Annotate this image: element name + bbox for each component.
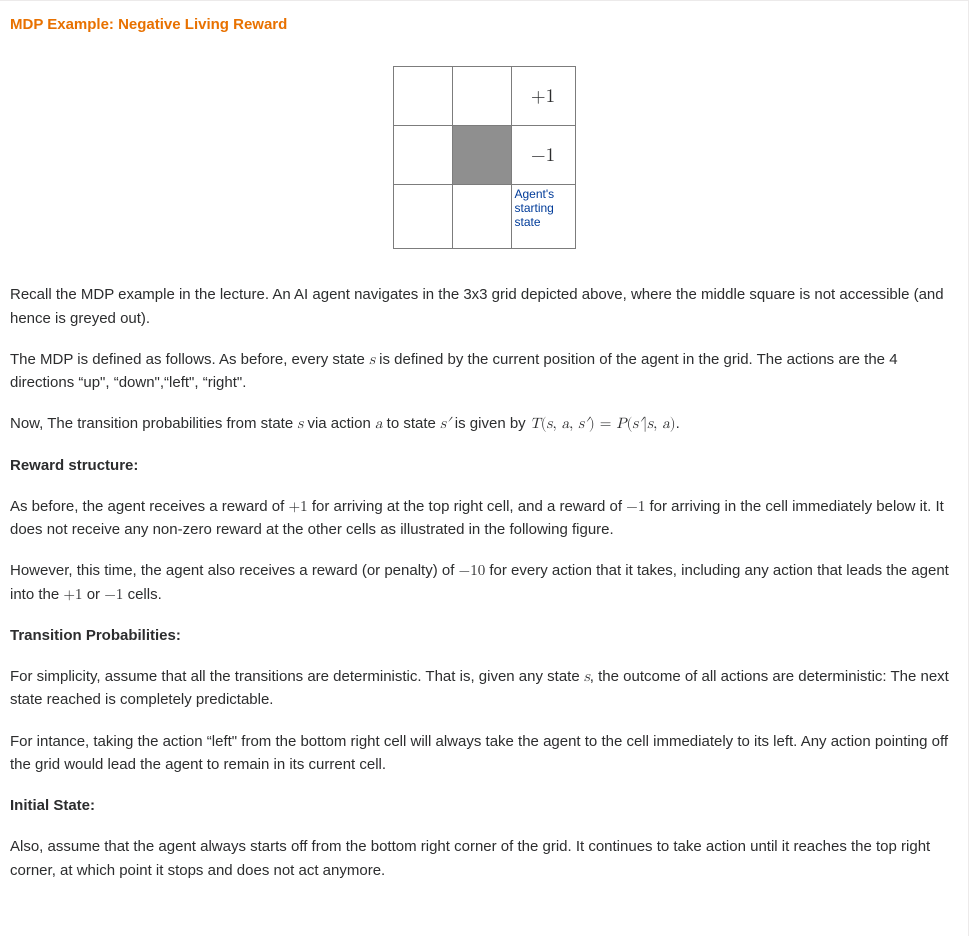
mdp-grid: +1 −1 Agent's starting state [393, 66, 576, 249]
heading-reward: Reward structure: [10, 454, 958, 477]
grid-figure: +1 −1 Agent's starting state [10, 66, 958, 249]
heading-initial: Initial State: [10, 794, 958, 817]
paragraph-transition-eq: Now, The transition probabilities from s… [10, 412, 958, 435]
page-title: MDP Example: Negative Living Reward [10, 13, 958, 36]
paragraph-reward-2: However, this time, the agent also recei… [10, 559, 958, 606]
cell-0-0 [393, 67, 452, 126]
cell-2-2-start: Agent's starting state [511, 185, 575, 249]
cell-1-1-blocked [452, 126, 511, 185]
paragraph-initial: Also, assume that the agent always start… [10, 835, 958, 882]
heading-transition: Transition Probabilities: [10, 624, 958, 647]
cell-1-0 [393, 126, 452, 185]
cell-2-1 [452, 185, 511, 249]
cell-2-0 [393, 185, 452, 249]
paragraph-reward-1: As before, the agent receives a reward o… [10, 495, 958, 542]
cell-0-2-plus1: +1 [511, 67, 575, 126]
cell-0-1 [452, 67, 511, 126]
paragraph-definition: The MDP is defined as follows. As before… [10, 348, 958, 395]
paragraph-transition-1: For simplicity, assume that all the tran… [10, 665, 958, 712]
paragraph-intro: Recall the MDP example in the lecture. A… [10, 283, 958, 330]
paragraph-transition-2: For intance, taking the action “left" fr… [10, 730, 958, 777]
cell-1-2-minus1: −1 [511, 126, 575, 185]
